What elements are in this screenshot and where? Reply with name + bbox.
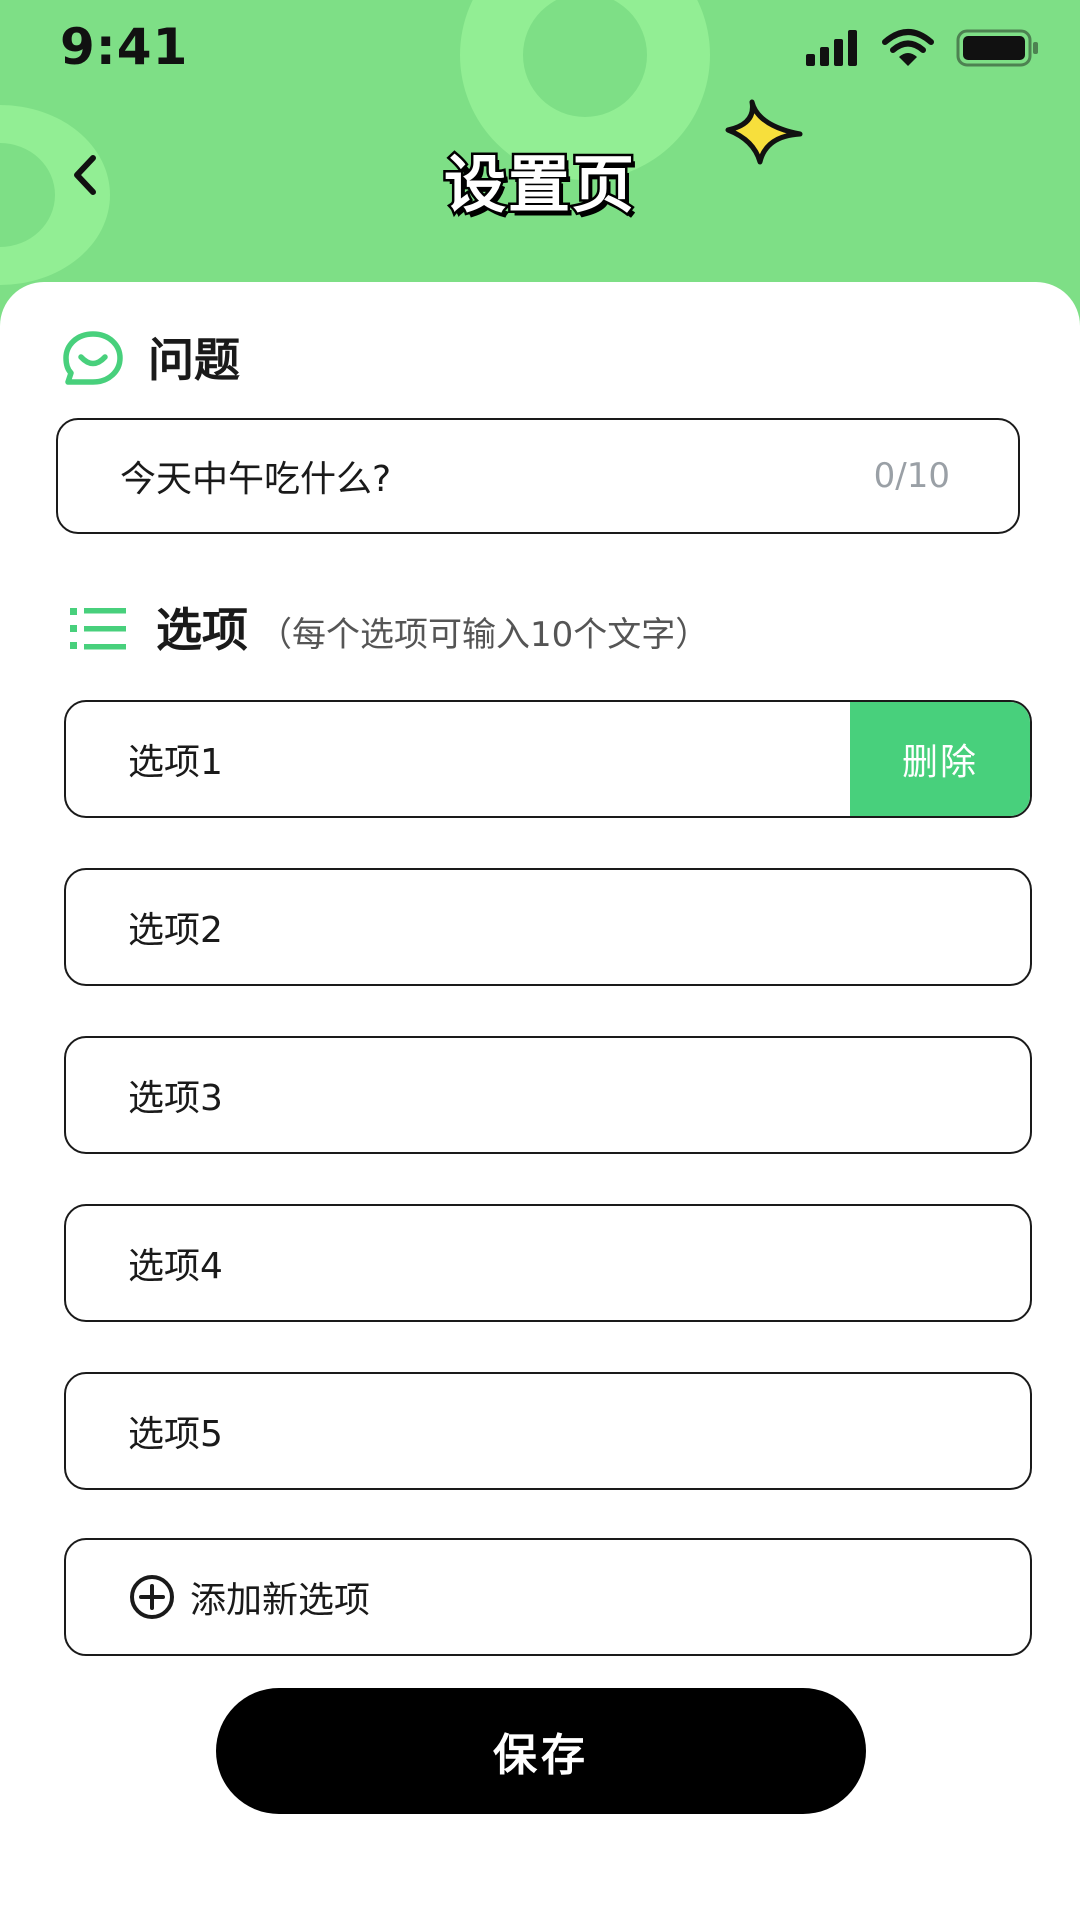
signal-icon <box>806 30 857 66</box>
options-hint: （每个选项可输入10个文字） <box>258 615 710 655</box>
settings-card: 问题 0/10 选项 （每个选项可输入10个文字） 选项1 删除 选项2 <box>0 282 1080 1920</box>
option-label: 选项3 <box>128 1078 223 1119</box>
question-section-header: 问题 <box>148 324 240 390</box>
option-label: 选项4 <box>128 1246 223 1287</box>
options-section-title: 选项 <box>156 603 248 657</box>
option-label: 选项1 <box>128 742 223 783</box>
status-icons <box>804 28 1040 68</box>
option-label: 选项2 <box>128 910 223 951</box>
question-input[interactable] <box>120 455 874 497</box>
question-section-title: 问题 <box>148 333 240 387</box>
battery-icon <box>956 29 1038 67</box>
option-item[interactable]: 选项3 <box>64 1036 1032 1154</box>
header: 9:41 设置页 <box>0 0 1080 330</box>
plus-circle-icon <box>130 1575 174 1619</box>
character-counter: 0/10 <box>873 456 950 496</box>
delete-button[interactable]: 删除 <box>850 702 1030 816</box>
option-item[interactable]: 选项1 删除 <box>64 700 1032 818</box>
option-item[interactable]: 选项2 <box>64 868 1032 986</box>
chat-bubble-smile-icon <box>63 331 123 385</box>
option-item[interactable]: 选项4 <box>64 1204 1032 1322</box>
wifi-icon <box>882 29 934 66</box>
sparkle-icon <box>725 99 803 165</box>
option-item[interactable]: 选项5 <box>64 1372 1032 1490</box>
save-button[interactable]: 保存 <box>216 1688 866 1814</box>
status-time: 9:41 <box>60 18 189 76</box>
page-title: 设置页 <box>441 146 636 224</box>
question-field[interactable]: 0/10 <box>56 418 1020 534</box>
option-label: 选项5 <box>128 1414 223 1455</box>
settings-screen: 9:41 设置页 问题 今天中午吃什么? 0/10 选项 （每个选项可输入10个… <box>0 0 1080 1920</box>
add-option-button[interactable]: 添加新选项 <box>64 1538 1032 1656</box>
option-list: 选项1 删除 选项2 选项3 选项4 选项5 <box>64 700 1032 1540</box>
add-option-label: 添加新选项 <box>190 1580 371 1621</box>
options-section-header: 选项 （每个选项可输入10个文字） <box>156 594 709 660</box>
list-icon <box>70 608 126 650</box>
